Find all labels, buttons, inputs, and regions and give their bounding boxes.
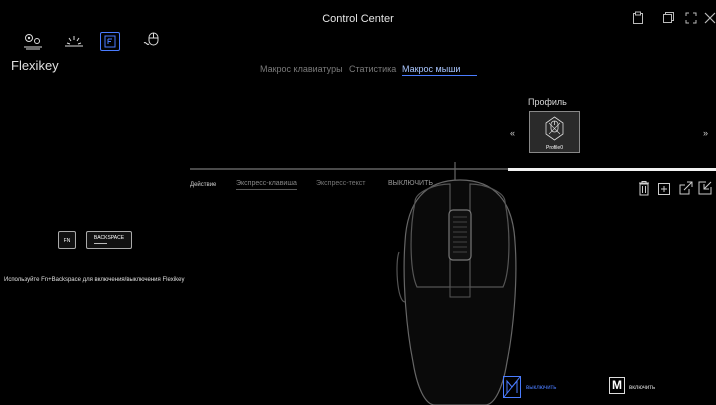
- profile-next-button[interactable]: »: [703, 128, 708, 138]
- backspace-key-label: BACKSPACE: [93, 235, 125, 241]
- delete-icon[interactable]: [636, 180, 652, 196]
- clipboard-icon[interactable]: [630, 11, 646, 27]
- disable-button-label[interactable]: выключить: [526, 385, 556, 391]
- mouse-icon[interactable]: [140, 30, 164, 52]
- add-icon[interactable]: [657, 180, 673, 196]
- window-title: Control Center: [322, 13, 394, 25]
- lighting-icon[interactable]: [62, 30, 86, 52]
- mouse-image: [396, 162, 517, 405]
- profile-prev-button[interactable]: «: [510, 128, 515, 138]
- tab-keyboard-macro[interactable]: Макрос клавиатуры: [260, 64, 343, 74]
- tab-mouse-macro[interactable]: Макрос мыши: [402, 64, 460, 74]
- section-divider-highlight: [508, 168, 716, 171]
- restore-icon[interactable]: [660, 11, 676, 27]
- fn-key: FN: [58, 231, 76, 249]
- tab-statistics[interactable]: Статистика: [349, 64, 396, 74]
- option-hotkey[interactable]: Экспресс-клавиша: [236, 180, 297, 190]
- import-icon[interactable]: [697, 180, 713, 196]
- backspace-key: BACKSPACE: [86, 231, 132, 249]
- close-icon[interactable]: [702, 11, 716, 27]
- profile-name: Profile0: [546, 145, 563, 151]
- enable-button-label[interactable]: включить: [629, 385, 655, 391]
- fullscreen-icon[interactable]: [683, 11, 699, 27]
- flexikey-hint: Используйте Fn+Backspace для включения/в…: [4, 277, 185, 283]
- export-icon[interactable]: [678, 180, 694, 196]
- active-tab-indicator: [402, 75, 477, 76]
- option-off[interactable]: ВЫКЛЮЧИТЬ: [388, 180, 433, 189]
- disable-flexikey-icon[interactable]: [502, 375, 522, 399]
- option-text[interactable]: Экспресс-текст: [316, 180, 365, 189]
- action-label: Действие: [190, 182, 217, 188]
- app-title: Flexikey: [11, 58, 59, 73]
- profile-label: Профиль: [528, 97, 567, 107]
- flexikey-icon[interactable]: [100, 32, 120, 51]
- enable-flexikey-icon[interactable]: M: [609, 377, 625, 394]
- settings-icon[interactable]: [21, 30, 45, 52]
- backspace-arrow-icon: [94, 243, 107, 244]
- profile-mouse-icon: [545, 116, 564, 141]
